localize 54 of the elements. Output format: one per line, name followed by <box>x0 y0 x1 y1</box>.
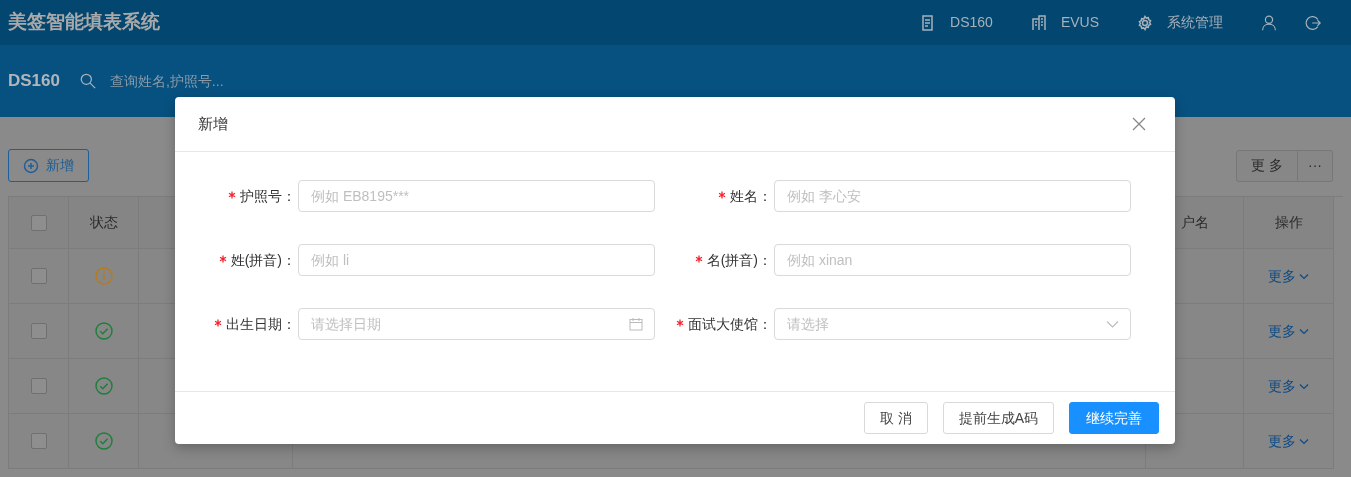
more-link[interactable]: 更多 <box>1267 375 1310 397</box>
input-field[interactable]: 请选择日期 <box>298 308 655 340</box>
chevron-down-icon <box>1299 381 1310 391</box>
row-checkbox[interactable] <box>30 433 47 449</box>
close-icon[interactable] <box>1132 117 1146 131</box>
column-header: 户名 <box>1180 213 1209 232</box>
dialog-button[interactable]: 提前生成A码 <box>942 402 1054 434</box>
field-label: 出生日期： <box>226 315 296 332</box>
dialog-button[interactable]: 取 消 <box>863 402 928 434</box>
input-field[interactable]: 例如 xinan <box>774 244 1131 276</box>
check-circle-icon <box>94 377 113 395</box>
ellipsis-button[interactable]: ··· <box>1298 149 1333 182</box>
gear-icon <box>1137 14 1153 31</box>
field-label: 姓名： <box>730 187 772 204</box>
app-title: 美签智能填表系统 <box>8 10 160 35</box>
modal-title: 新增 <box>198 113 228 134</box>
plus-circle-icon <box>23 157 39 174</box>
check-circle-icon <box>94 322 113 340</box>
logout-icon[interactable] <box>1305 14 1321 31</box>
nav-link[interactable]: EVUS <box>1060 12 1099 33</box>
search-icon[interactable] <box>80 73 96 89</box>
checkbox[interactable] <box>30 214 47 231</box>
chevron-down-icon <box>1106 320 1119 328</box>
input-field[interactable]: 例如 李心安 <box>774 180 1131 212</box>
input-field[interactable]: 例如 EB8195*** <box>298 180 655 212</box>
nav-link[interactable]: DS160 <box>950 12 993 33</box>
more-button[interactable]: 更 多 <box>1236 149 1298 182</box>
nav-link[interactable]: 系统管理 <box>1167 12 1223 33</box>
chevron-down-icon <box>1299 271 1310 281</box>
info-circle-icon <box>94 267 113 285</box>
search-field[interactable]: 查询姓名,护照号... <box>108 69 408 93</box>
input-field[interactable]: 例如 li <box>298 244 655 276</box>
page-title: DS160 <box>8 70 60 93</box>
add-button[interactable]: 新增 <box>8 149 89 182</box>
user-icon[interactable] <box>1261 14 1277 31</box>
more-link[interactable]: 更多 <box>1267 320 1310 342</box>
chevron-down-icon <box>1299 326 1310 336</box>
calendar-icon <box>629 317 643 331</box>
field-label: 姓(拼音)： <box>230 251 296 268</box>
input-field[interactable]: 请选择 <box>774 308 1131 340</box>
row-checkbox[interactable] <box>30 378 47 394</box>
building-icon <box>1030 14 1047 31</box>
more-link[interactable]: 更多 <box>1267 430 1310 452</box>
field-label: 面试大使馆： <box>688 315 772 332</box>
row-checkbox[interactable] <box>30 268 47 284</box>
field-label: 名(拼音)： <box>706 251 772 268</box>
more-link[interactable]: 更多 <box>1267 265 1310 287</box>
chevron-down-icon <box>1299 436 1310 446</box>
check-circle-icon <box>94 432 113 450</box>
continue-button[interactable]: 继续完善 <box>1069 402 1159 434</box>
field-label: 护照号： <box>240 187 296 204</box>
column-header: 状态 <box>89 213 118 232</box>
column-header: 操作 <box>1274 213 1303 232</box>
row-checkbox[interactable] <box>30 323 47 339</box>
